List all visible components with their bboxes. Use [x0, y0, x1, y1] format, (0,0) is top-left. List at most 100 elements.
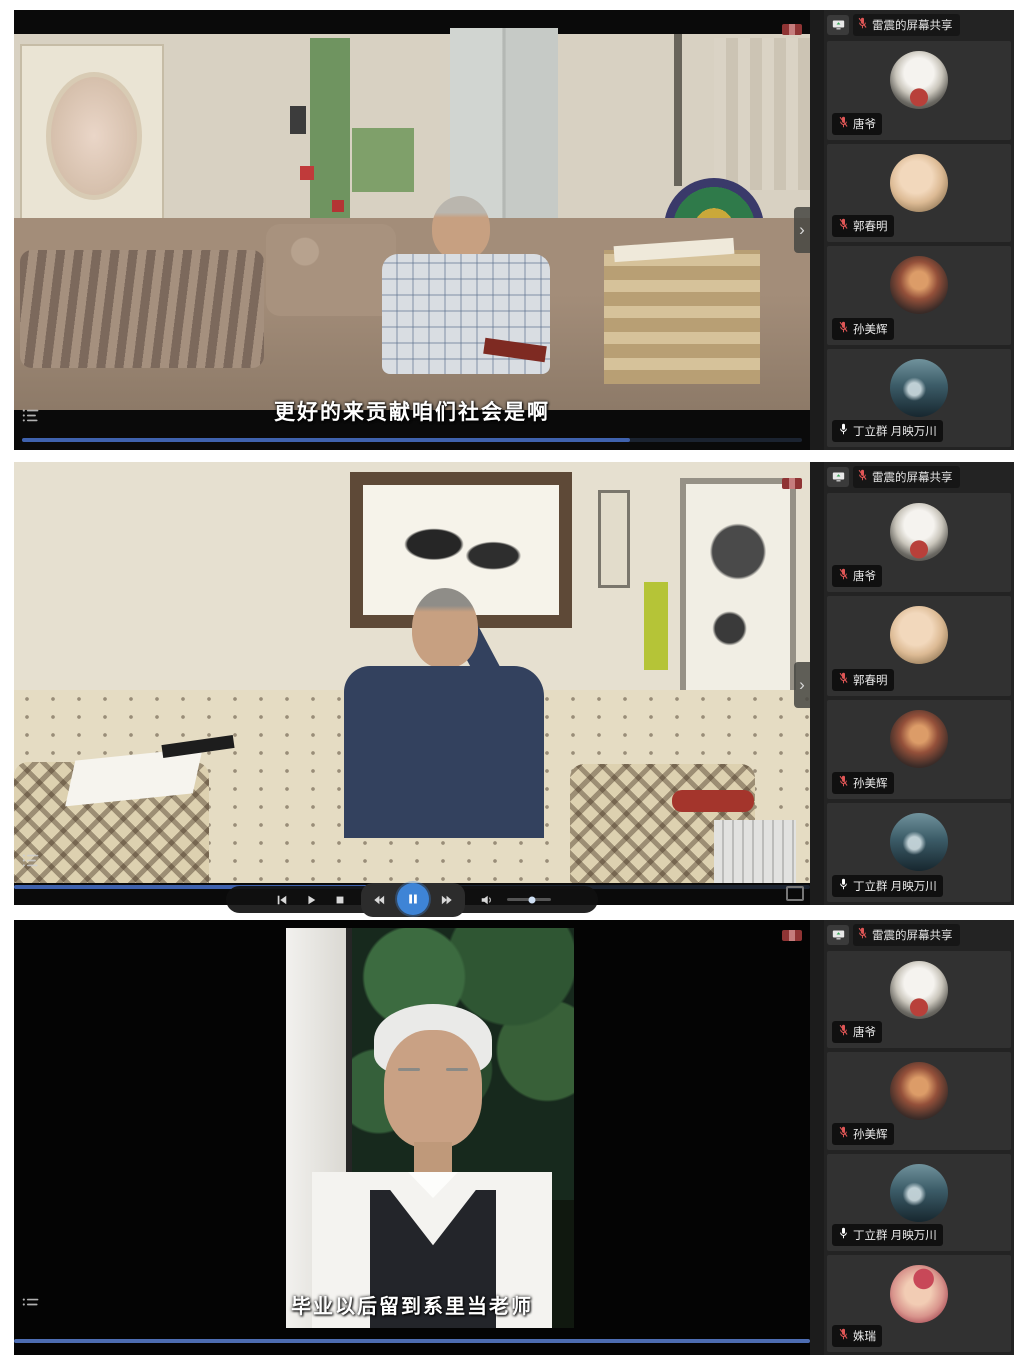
volume-button[interactable] — [478, 892, 494, 908]
video-progress-fill — [22, 438, 630, 442]
mic-muted-icon — [838, 774, 849, 792]
screen-share-header[interactable]: 雷震的屏幕共享 — [827, 923, 1011, 947]
expand-panel-chevron-icon[interactable]: › — [794, 662, 810, 708]
mic-muted-icon — [838, 1125, 849, 1143]
shared-video-3: 毕业以后留到系里当老师 — [14, 920, 810, 1355]
fullscreen-icon[interactable] — [786, 886, 804, 901]
scene-window-frame — [674, 34, 682, 186]
avatar-baby — [890, 606, 948, 664]
pause-button[interactable] — [397, 883, 429, 915]
participant-tile[interactable]: 唐爷 — [827, 41, 1011, 140]
recording-badge — [782, 478, 802, 489]
participant-tile[interactable]: 孙美辉 — [827, 700, 1011, 799]
mic-on-icon — [838, 877, 849, 895]
participant-tile[interactable]: 孙美辉 — [827, 1052, 1011, 1149]
participant-tile[interactable]: 郭春明 — [827, 144, 1011, 243]
mic-muted-icon — [838, 320, 849, 338]
avatar-woman-portrait — [890, 1062, 948, 1120]
scene-red-cushion — [672, 790, 754, 812]
participant-tile[interactable]: 丁立群 月映万川 — [827, 803, 1011, 902]
elderly-man-face — [384, 1030, 482, 1148]
elderly-man-head — [412, 588, 478, 668]
avatar-dog-astronaut — [890, 961, 948, 1019]
participant-label: 孙美辉 — [832, 318, 894, 340]
scene-door — [20, 44, 164, 224]
participant-label: 孙美辉 — [832, 1123, 894, 1145]
meeting-frame-3: 毕业以后留到系里当老师 雷震的屏幕共享 唐爷孙美辉丁立群 月映万川姝瑞 — [14, 920, 1014, 1355]
avatar-woman-portrait — [890, 710, 948, 768]
stop-button[interactable] — [332, 892, 348, 908]
shared-video-1: 更好的来贡献咱们社会是啊 › — [14, 10, 810, 450]
scene-decor — [332, 200, 344, 212]
forward-button[interactable] — [439, 892, 455, 908]
mic-muted-icon — [838, 217, 849, 235]
avatar-baby-flower — [890, 1265, 948, 1323]
recording-badge — [782, 24, 802, 35]
participant-tile[interactable]: 孙美辉 — [827, 246, 1011, 345]
scene-art — [696, 494, 780, 686]
scene-striped-pillow — [20, 250, 264, 368]
share-label-pill: 雷震的屏幕共享 — [853, 466, 960, 488]
participant-tile[interactable]: 丁立群 月映万川 — [827, 1154, 1011, 1251]
participants-sidebar: 雷震的屏幕共享 唐爷孙美辉丁立群 月映万川姝瑞 — [824, 920, 1014, 1355]
previous-button[interactable] — [274, 892, 290, 908]
scene-yellow-accent — [644, 582, 668, 670]
participant-label: 丁立群 月映万川 — [832, 1224, 943, 1246]
screenshot-collage: 更好的来贡献咱们社会是啊 › 雷震的屏幕共享 唐爷郭春明孙美辉丁立群 月映万川 — [0, 0, 1024, 1365]
vertical-video-portrait — [286, 928, 574, 1328]
scene-book-stack — [604, 250, 760, 384]
volume-slider[interactable] — [507, 898, 551, 901]
participant-label: 唐爷 — [832, 1021, 882, 1043]
participant-tile[interactable]: 唐爷 — [827, 493, 1011, 592]
recording-badge — [782, 930, 802, 941]
expand-panel-chevron-icon[interactable]: › — [794, 207, 810, 253]
participant-list: 唐爷孙美辉丁立群 月映万川姝瑞 — [827, 951, 1011, 1352]
scene-wall-phone — [290, 106, 306, 134]
participant-name: 丁立群 月映万川 — [853, 423, 937, 439]
participant-name: 丁立群 月映万川 — [853, 1227, 937, 1243]
media-control-bar[interactable] — [226, 886, 598, 913]
participant-label: 姝瑞 — [832, 1325, 882, 1347]
rewind-button[interactable] — [371, 892, 387, 908]
playlist-icon[interactable] — [22, 853, 40, 873]
screen-share-header[interactable]: 雷震的屏幕共享 — [827, 465, 1011, 489]
participant-name: 郭春明 — [853, 218, 888, 234]
video-progress-bar[interactable] — [22, 438, 802, 442]
participant-name: 丁立群 月映万川 — [853, 878, 937, 894]
playlist-icon[interactable] — [22, 1297, 40, 1317]
participant-label: 郭春明 — [832, 669, 894, 691]
participant-tile[interactable]: 丁立群 月映万川 — [827, 349, 1011, 448]
participant-tile[interactable]: 姝瑞 — [827, 1255, 1011, 1352]
participant-label: 郭春明 — [832, 215, 894, 237]
screen-share-icon — [827, 15, 849, 35]
scene-radiator — [714, 820, 796, 892]
participant-tile[interactable]: 唐爷 — [827, 951, 1011, 1048]
mic-muted-icon — [838, 115, 849, 133]
participant-list: 唐爷郭春明孙美辉丁立群 月映万川 — [827, 41, 1011, 447]
video-progress-bar[interactable] — [14, 1339, 810, 1343]
scene-decor — [446, 1068, 468, 1071]
letterbox-top — [14, 10, 810, 34]
play-button[interactable] — [303, 892, 319, 908]
shared-video-2: › — [14, 462, 810, 905]
participant-name: 唐爷 — [853, 116, 876, 132]
video-subtitle: 更好的来贡献咱们社会是啊 — [14, 396, 810, 426]
panel-divider — [810, 462, 824, 905]
playlist-icon[interactable] — [22, 408, 40, 428]
screen-share-header[interactable]: 雷震的屏幕共享 — [827, 13, 1011, 37]
participant-tile[interactable]: 郭春明 — [827, 596, 1011, 695]
mic-muted-icon — [838, 1023, 849, 1041]
video-progress-fill — [14, 1339, 810, 1343]
volume-knob[interactable] — [529, 896, 536, 903]
participant-label: 丁立群 月映万川 — [832, 875, 943, 897]
participant-name: 孙美辉 — [853, 1126, 888, 1142]
mic-muted-icon — [838, 671, 849, 689]
avatar-dog-astronaut — [890, 503, 948, 561]
participant-name: 唐爷 — [853, 568, 876, 584]
scene-green-cabinet — [310, 38, 350, 218]
participant-name: 孙美辉 — [853, 775, 888, 791]
avatar-baby — [890, 154, 948, 212]
share-label-pill: 雷震的屏幕共享 — [853, 14, 960, 36]
mic-on-icon — [838, 422, 849, 440]
scene-decor — [398, 1068, 420, 1071]
